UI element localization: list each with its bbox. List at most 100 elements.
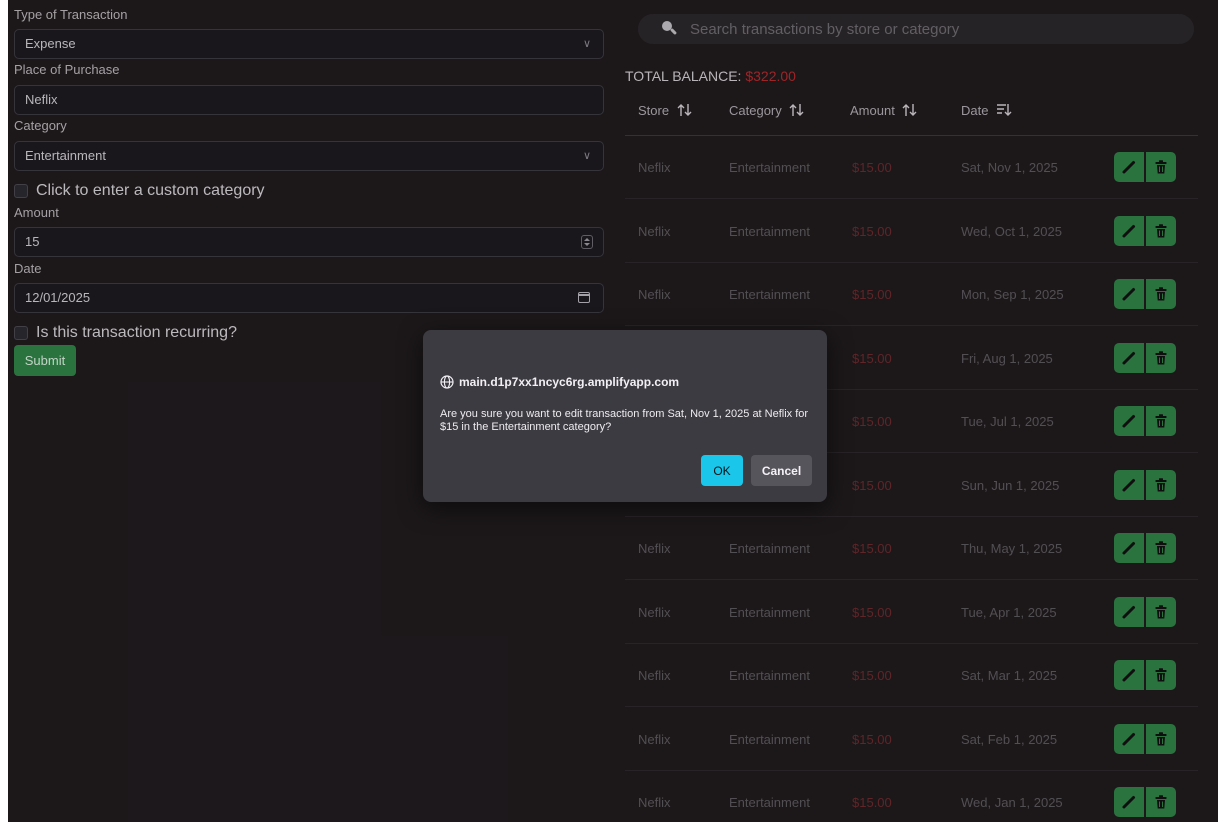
delete-button[interactable] [1146, 342, 1176, 373]
row-amount: $15.00 [852, 604, 892, 620]
delete-button[interactable] [1146, 787, 1176, 817]
edit-button[interactable] [1114, 723, 1144, 754]
edit-button[interactable] [1114, 660, 1144, 690]
trash-icon [1155, 477, 1167, 491]
edit-button[interactable] [1114, 406, 1144, 436]
delete-button[interactable] [1146, 152, 1176, 182]
row-category: Entertainment [729, 668, 810, 683]
delete-button[interactable] [1146, 723, 1176, 754]
row-date: Tue, Apr 1, 2025 [961, 604, 1057, 620]
total-balance: TOTAL BALANCE: $322.00 [625, 68, 796, 84]
edit-button[interactable] [1114, 469, 1144, 500]
chevron-down-icon: ∨ [582, 38, 591, 50]
edit-button[interactable] [1114, 533, 1144, 563]
cancel-button[interactable]: Cancel [751, 455, 812, 486]
amount-value: 15 [25, 234, 40, 249]
trash-icon [1155, 287, 1167, 301]
trash-icon [1155, 223, 1167, 237]
ok-button[interactable]: OK [701, 455, 743, 486]
column-header-date[interactable]: Date [961, 103, 1012, 118]
row-category: Entertainment [729, 604, 810, 620]
table-row: Neflix Entertainment $15.00 Mon, Sep 1, 202… [625, 263, 1198, 326]
row-date: Thu, May 1, 2025 [961, 541, 1063, 556]
sort-arrows-icon [902, 104, 917, 116]
custom-category-checkbox[interactable] [14, 184, 28, 198]
table-row: Neflix Entertainment $15.00 Thu, May 1, 202… [625, 517, 1198, 580]
search-input[interactable]: Search transactions by store or category [638, 14, 1194, 44]
dialog-origin-text: main.d1p7xx1ncyc6rg.amplifyapp.com [459, 375, 680, 389]
edit-button[interactable] [1114, 152, 1144, 182]
header-category-label: Category [729, 103, 782, 118]
pencil-icon [1122, 351, 1135, 364]
category-label: Category [14, 118, 67, 133]
delete-button[interactable] [1146, 279, 1176, 309]
delete-button[interactable] [1146, 660, 1176, 690]
search-placeholder: Search transactions by store or category [690, 21, 960, 38]
row-store: Neflix [638, 541, 671, 556]
row-date: Wed, Oct 1, 2025 [961, 223, 1062, 239]
row-amount: $15.00 [852, 668, 892, 683]
column-header-amount[interactable]: Amount [850, 103, 918, 118]
column-header-store[interactable]: Store [638, 103, 693, 118]
pencil-icon [1122, 796, 1135, 809]
dialog-origin: main.d1p7xx1ncyc6rg.amplifyapp.com [440, 375, 679, 389]
row-amount: $15.00 [852, 160, 892, 175]
row-category: Entertainment [729, 731, 810, 747]
submit-button[interactable]: Submit [14, 345, 76, 376]
edit-button[interactable] [1114, 215, 1144, 246]
place-input[interactable]: Neflix [14, 85, 604, 115]
edit-button[interactable] [1114, 279, 1144, 309]
header-date-label: Date [961, 103, 989, 118]
balance-value: $322.00 [745, 68, 796, 84]
search-icon [662, 21, 677, 35]
delete-button[interactable] [1146, 469, 1176, 500]
delete-button[interactable] [1146, 596, 1176, 627]
pencil-icon [1122, 224, 1135, 237]
globe-icon [440, 375, 454, 389]
pencil-icon [1122, 669, 1135, 682]
amount-input[interactable]: 15 [14, 227, 604, 257]
type-select[interactable]: Expense ∨ [14, 29, 604, 59]
pencil-icon [1122, 478, 1135, 491]
row-date: Mon, Sep 1, 2025 [961, 287, 1064, 302]
row-date: Sun, Jun 1, 2025 [961, 477, 1060, 493]
chevron-down-icon: ∨ [582, 150, 591, 162]
recurring-checkbox[interactable] [14, 326, 28, 340]
pencil-icon [1122, 161, 1135, 174]
header-amount-label: Amount [850, 103, 895, 118]
trash-icon [1155, 668, 1167, 682]
recurring-label: Is this transaction recurring? [36, 324, 237, 341]
category-value: Entertainment [25, 148, 106, 163]
row-amount: $15.00 [852, 223, 892, 239]
calendar-icon[interactable] [578, 292, 590, 303]
delete-button[interactable] [1146, 406, 1176, 436]
row-amount: $15.00 [852, 414, 892, 429]
row-store: Neflix [638, 668, 671, 683]
edit-button[interactable] [1114, 787, 1144, 817]
sort-descending-icon [997, 104, 1012, 116]
delete-button[interactable] [1146, 215, 1176, 246]
column-header-category[interactable]: Category [729, 103, 805, 118]
row-category: Entertainment [729, 541, 810, 556]
row-store: Neflix [638, 795, 671, 810]
delete-button[interactable] [1146, 533, 1176, 563]
balance-label: TOTAL BALANCE: [625, 68, 742, 84]
edit-button[interactable] [1114, 596, 1144, 627]
row-amount: $15.00 [852, 541, 892, 556]
pencil-icon [1122, 415, 1135, 428]
sort-arrows-icon [789, 104, 804, 116]
date-input[interactable]: 12/01/2025 [14, 283, 604, 313]
type-value: Expense [25, 36, 76, 51]
row-category: Entertainment [729, 795, 810, 810]
app-window: Type of Transaction Expense ∨ Place of P… [8, 0, 1218, 822]
category-select[interactable]: Entertainment ∨ [14, 141, 604, 171]
row-category: Entertainment [729, 160, 810, 175]
confirm-dialog: main.d1p7xx1ncyc6rg.amplifyapp.com Are y… [423, 330, 827, 502]
edit-button[interactable] [1114, 342, 1144, 373]
spinner-icon[interactable] [581, 235, 593, 249]
trash-icon [1155, 160, 1167, 174]
row-store: Neflix [638, 223, 671, 239]
row-store: Neflix [638, 160, 671, 175]
type-label: Type of Transaction [14, 7, 128, 22]
row-amount: $15.00 [852, 287, 892, 302]
